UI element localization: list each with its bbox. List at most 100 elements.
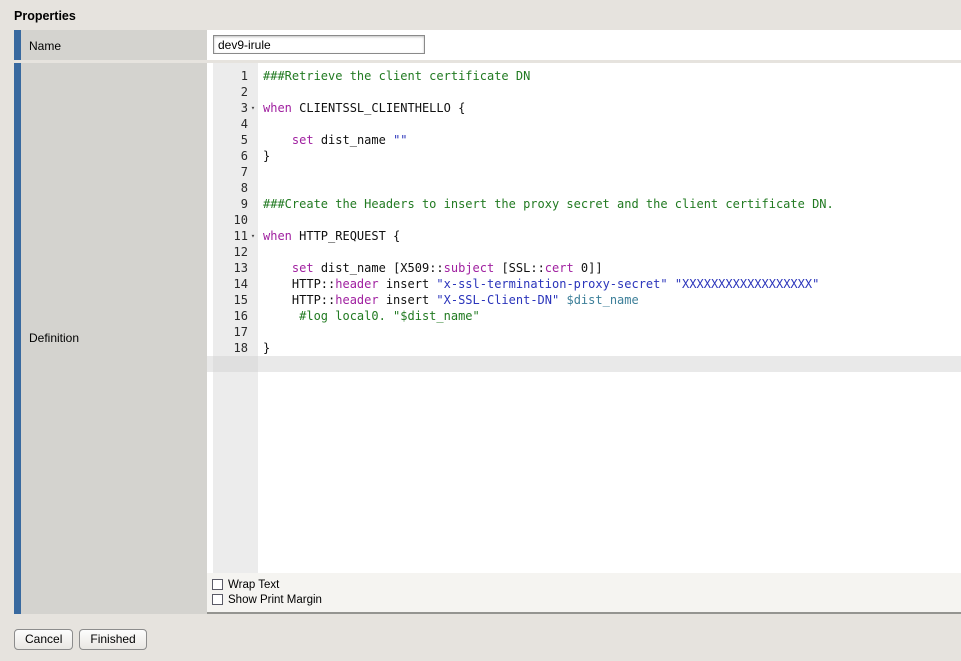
code-text[interactable]: ###Create the Headers to insert the prox… xyxy=(258,196,961,212)
token-comment: ###Retrieve the client certificate DN xyxy=(263,69,530,83)
token-plain xyxy=(263,261,292,275)
token-string: "X-SSL-Client-DN" xyxy=(436,293,559,307)
token-string: "XXXXXXXXXXXXXXXXXX" xyxy=(675,277,820,291)
line-number-text: 11 xyxy=(234,228,248,244)
token-plain: HTTP_REQUEST { xyxy=(292,229,400,243)
line-number: 6 xyxy=(207,148,258,164)
token-plain: dist_name [X509:: xyxy=(314,261,444,275)
button-bar: Cancel Finished xyxy=(14,629,961,650)
code-text[interactable] xyxy=(258,116,961,132)
code-text[interactable]: set dist_name [X509::subject [SSL::cert … xyxy=(258,260,961,276)
code-text[interactable] xyxy=(258,180,961,196)
code-text[interactable]: when HTTP_REQUEST { xyxy=(258,228,961,244)
name-label: Name xyxy=(14,30,207,60)
code-text[interactable] xyxy=(258,84,961,100)
code-text[interactable]: HTTP::header insert "x-ssl-termination-p… xyxy=(258,276,961,292)
line-number: 11▾ xyxy=(207,228,258,244)
code-line[interactable]: 6} xyxy=(207,148,961,164)
token-keyword: cert xyxy=(545,261,574,275)
line-number-text: 18 xyxy=(234,340,248,356)
page-title: Properties xyxy=(0,0,961,30)
code-line[interactable]: 4 xyxy=(207,116,961,132)
token-keyword: header xyxy=(335,277,378,291)
line-number-text: 6 xyxy=(241,148,248,164)
token-comment: ###Create the Headers to insert the prox… xyxy=(263,197,834,211)
line-number: 10 xyxy=(207,212,258,228)
fold-toggle-icon[interactable]: ▾ xyxy=(248,100,258,116)
code-line[interactable]: 18} xyxy=(207,340,961,356)
line-number: 4 xyxy=(207,116,258,132)
token-string: "" xyxy=(393,133,407,147)
line-number-text: 14 xyxy=(234,276,248,292)
token-plain: HTTP:: xyxy=(263,277,335,291)
token-plain xyxy=(668,277,675,291)
code-line[interactable]: 7 xyxy=(207,164,961,180)
code-text[interactable]: #log local0. "$dist_name" xyxy=(258,308,961,324)
code-line[interactable]: 16 #log local0. "$dist_name" xyxy=(207,308,961,324)
fold-toggle-icon[interactable]: ▾ xyxy=(248,228,258,244)
show-print-margin-checkbox[interactable] xyxy=(212,594,223,605)
token-string: "x-ssl-termination-proxy-secret" xyxy=(436,277,667,291)
cancel-button[interactable]: Cancel xyxy=(14,629,73,650)
code-text[interactable]: ###Retrieve the client certificate DN xyxy=(258,68,961,84)
code-text[interactable] xyxy=(258,356,961,372)
line-number-text: 15 xyxy=(234,292,248,308)
token-keyword: set xyxy=(292,133,314,147)
active-line-gutter-highlight xyxy=(213,356,258,372)
code-text[interactable] xyxy=(258,212,961,228)
line-number-text: 1 xyxy=(241,68,248,84)
code-line[interactable]: 13 set dist_name [X509::subject [SSL::ce… xyxy=(207,260,961,276)
token-plain: insert xyxy=(379,293,437,307)
code-line[interactable]: 11▾when HTTP_REQUEST { xyxy=(207,228,961,244)
line-number: 5 xyxy=(207,132,258,148)
line-number: 1 xyxy=(207,68,258,84)
line-number-text: 8 xyxy=(241,180,248,196)
code-text[interactable] xyxy=(258,244,961,260)
code-line[interactable]: 9 ###Create the Headers to insert the pro… xyxy=(207,196,961,212)
line-number-text: 2 xyxy=(241,84,248,100)
code-line[interactable]: 1 ###Retrieve the client certificate DN xyxy=(207,68,961,84)
line-number: 8 xyxy=(207,180,258,196)
definition-editor-cell: 1 ###Retrieve the client certificate DN 23… xyxy=(207,63,961,614)
code-text[interactable] xyxy=(258,324,961,340)
token-comment: #log local0. "$dist_name" xyxy=(299,309,480,323)
code-line[interactable]: 12 xyxy=(207,244,961,260)
code-line[interactable]: 3▾when CLIENTSSL_CLIENTHELLO { xyxy=(207,100,961,116)
wrap-text-option[interactable]: Wrap Text xyxy=(212,577,961,592)
token-keyword: subject xyxy=(444,261,495,275)
code-line[interactable]: 10 xyxy=(207,212,961,228)
line-number: 9 xyxy=(207,196,258,212)
code-line[interactable]: 2 xyxy=(207,84,961,100)
show-print-margin-label: Show Print Margin xyxy=(228,594,322,606)
code-region[interactable]: 1 ###Retrieve the client certificate DN 23… xyxy=(207,63,961,573)
irule-code-editor[interactable]: 1 ###Retrieve the client certificate DN 23… xyxy=(207,63,961,614)
name-input[interactable] xyxy=(213,35,425,54)
line-number: 3▾ xyxy=(207,100,258,116)
name-row: Name xyxy=(14,30,961,60)
code-line[interactable]: 15 HTTP::header insert "X-SSL-Client-DN"… xyxy=(207,292,961,308)
code-lines: 1 ###Retrieve the client certificate DN 23… xyxy=(207,68,961,372)
token-plain: HTTP:: xyxy=(263,293,335,307)
code-text[interactable] xyxy=(258,164,961,180)
code-line[interactable]: 19 xyxy=(207,356,961,372)
code-text[interactable]: HTTP::header insert "X-SSL-Client-DN" $d… xyxy=(258,292,961,308)
line-number: 16 xyxy=(207,308,258,324)
code-text[interactable]: } xyxy=(258,340,961,356)
token-plain: } xyxy=(263,149,270,163)
finished-button[interactable]: Finished xyxy=(79,629,146,650)
code-text[interactable]: set dist_name "" xyxy=(258,132,961,148)
wrap-text-checkbox[interactable] xyxy=(212,579,223,590)
token-plain: insert xyxy=(379,277,437,291)
code-line[interactable]: 8 xyxy=(207,180,961,196)
token-plain xyxy=(263,133,292,147)
token-plain xyxy=(263,309,299,323)
show-print-margin-option[interactable]: Show Print Margin xyxy=(212,592,961,607)
code-line[interactable]: 14 HTTP::header insert "x-ssl-terminatio… xyxy=(207,276,961,292)
line-number-text: 7 xyxy=(241,164,248,180)
code-line[interactable]: 17 xyxy=(207,324,961,340)
code-line[interactable]: 5 set dist_name "" xyxy=(207,132,961,148)
code-text[interactable]: } xyxy=(258,148,961,164)
token-plain: [SSL:: xyxy=(494,261,545,275)
editor-options-bar: Wrap Text Show Print Margin xyxy=(207,573,961,614)
code-text[interactable]: when CLIENTSSL_CLIENTHELLO { xyxy=(258,100,961,116)
